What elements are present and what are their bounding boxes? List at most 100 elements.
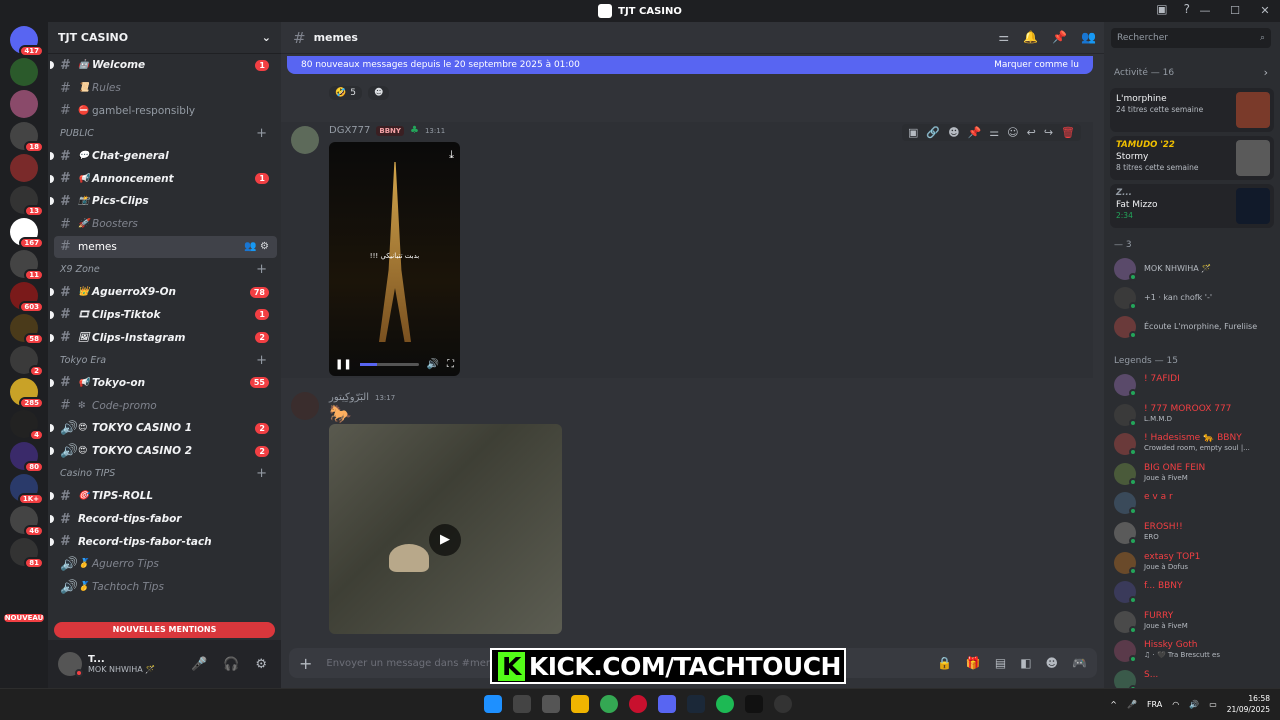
emoji-icon[interactable]: ☻ [948,126,959,139]
server-icon[interactable]: 11 [10,250,44,281]
member-item[interactable]: extasy TOP1 Joue à Dofus [1114,551,1274,575]
pin-icon[interactable]: 📌 [968,126,982,139]
server-icon[interactable] [10,58,38,86]
sticker-icon[interactable]: ◧ [1020,656,1031,670]
add-channel-icon[interactable]: + [256,262,267,277]
channel-category[interactable]: Casino TIPS + [48,462,281,485]
channel-item[interactable]: 🔊 🥇 Tachtoch Tips [48,576,281,599]
member-item[interactable]: e v a r [1114,492,1274,516]
discord-icon[interactable] [658,695,676,713]
emoji-icon[interactable]: ☻ [1046,656,1059,670]
add-reaction-button[interactable]: ☻ [367,86,390,100]
channel-item[interactable]: # 🖼 Clips-Instagram 2 [48,326,281,349]
member-item[interactable]: MOK NHWIHA 🪄 [1114,258,1274,281]
channel-item[interactable]: # 👑 AguerroX9-On 78 [48,281,281,304]
new-messages-bar[interactable]: 80 nouveaux messages depuis le 20 septem… [287,56,1093,74]
add-channel-icon[interactable]: + [256,353,267,368]
member-item[interactable]: FURRY Joue à FiveM [1114,610,1274,634]
server-icon[interactable]: 4 [10,410,44,441]
mic-icon[interactable]: 🎤 [1127,700,1137,709]
video-attachment[interactable]: ▶ [329,424,562,634]
reply-icon[interactable]: ↩ [1027,126,1036,139]
server-icon[interactable]: 46 [10,506,44,537]
channel-item[interactable]: # 🚀 Boosters [48,213,281,236]
message-author[interactable]: البَرّوكِيتور [329,392,369,403]
spotify-icon[interactable] [716,695,734,713]
channel-category[interactable]: X9 Zone + [48,258,281,281]
channel-settings-icon[interactable]: 👥 ⚙ [244,241,269,252]
add-channel-icon[interactable]: + [256,466,267,481]
maximize-button[interactable]: ☐ [1220,0,1250,22]
fullscreen-icon[interactable]: ⛶ [447,359,454,370]
channel-item[interactable]: 🔊 🥇 Aguerro Tips [48,553,281,576]
member-item[interactable]: ! Hadesisme 🐆 BBNY Crowded room, empty so… [1114,433,1274,457]
server-icon[interactable]: 603 [10,282,44,313]
windows-start-icon[interactable] [484,695,502,713]
video-progress[interactable] [359,362,419,366]
mark-read-button[interactable]: Marquer comme lu [994,60,1079,70]
channel-item[interactable]: # ⛔ gambel-responsibly [48,99,281,122]
react-icon[interactable]: ☺ [1007,126,1018,139]
plus-icon[interactable]: + [299,654,312,673]
server-icon[interactable]: 13 [10,186,44,217]
mic-icon[interactable]: 🎤 [191,657,207,672]
chrome-icon[interactable] [600,695,618,713]
channel-item[interactable]: # Record-tips-fabor-tach [48,530,281,553]
link-icon[interactable]: 🔗 [926,126,940,139]
member-item[interactable]: +1 · kan chofk '-' [1114,287,1274,310]
server-icon[interactable]: 18 [10,122,44,153]
activity-card[interactable]: Z... Fat Mizzo 2:34 [1110,184,1274,228]
home-button[interactable]: 417 [10,26,44,57]
member-item[interactable]: BIG ONE FEIN Joue à FiveM [1114,462,1274,486]
video-attachment[interactable]: ⤓ !!! بدبت تتبانيكي ❚❚ 🔊 ⛶ [329,142,460,376]
avatar[interactable] [58,652,83,677]
server-icon[interactable]: 58 [10,314,44,345]
search-input[interactable]: Rechercher ⌕ [1111,28,1271,48]
channel-category[interactable]: Tokyo Era + [48,349,281,372]
chevron-up-icon[interactable]: ^ [1110,700,1117,709]
channel-item[interactable]: # 📜 Rules [48,77,281,100]
battery-icon[interactable]: ▭ [1209,700,1217,709]
channel-item[interactable]: # 🎯 TIPS-ROLL [48,485,281,508]
pause-icon[interactable]: ❚❚ [335,359,352,370]
bell-icon[interactable]: 🔔 [1023,30,1038,44]
task-view-icon[interactable] [542,695,560,713]
server-icon[interactable] [10,90,38,118]
gear-icon[interactable]: ⚙ [255,657,267,672]
activity-card[interactable]: TAMUDO '22 Stormy 8 titres cette semaine [1110,136,1274,180]
reaction-button[interactable]: 🤣 5 [329,86,362,100]
threads-icon[interactable]: ⚌ [998,30,1009,44]
volume-icon[interactable]: 🔊 [1189,700,1199,709]
member-item[interactable]: ! 7AFIDI [1114,374,1274,397]
member-item[interactable]: ! 777 MOROOX 777 L.M.M.D [1114,403,1274,427]
channel-item[interactable]: # 📢 Annoncement 1 [48,167,281,190]
app-icon[interactable] [629,695,647,713]
obs-icon[interactable] [774,695,792,713]
inbox-icon[interactable]: ▣ [1156,2,1167,16]
server-icon[interactable]: 2 [10,346,44,377]
channel-item[interactable]: # Record-tips-fabor [48,508,281,531]
lock-icon[interactable]: 🔒 [937,656,952,670]
new-mentions-button[interactable]: NOUVELLES MENTIONS [54,622,275,638]
activity-card[interactable]: L'morphine 24 titres cette semaine [1110,88,1274,132]
channel-category[interactable]: PUBLIC + [48,122,281,145]
server-icon[interactable]: 81 [10,538,44,569]
gamepad-icon[interactable]: 🎮 [1072,656,1087,670]
file-explorer-icon[interactable] [571,695,589,713]
volume-icon[interactable]: 🔊 [427,359,439,370]
channel-item[interactable]: # 📸 Pics-Clips [48,190,281,213]
app-icon[interactable] [745,695,763,713]
channel-item[interactable]: # ❇ Code-promo [48,394,281,417]
clock[interactable]: 16:58 21/09/2025 [1227,693,1270,715]
trash-icon[interactable]: 🗑 [1061,126,1075,139]
chevron-right-icon[interactable]: › [1264,66,1268,79]
server-icon[interactable] [10,154,38,182]
minimize-button[interactable]: — [1190,0,1220,22]
channel-item[interactable]: 🔊 😍 TOKYO CASINO 2 2 [48,440,281,463]
member-item[interactable]: EROSH!! ERO [1114,522,1274,545]
avatar[interactable] [291,126,319,154]
members-icon[interactable]: 👥 [1081,30,1096,44]
gift-icon[interactable]: 🎁 [966,656,981,670]
message-input[interactable]: Envoyer un message dans #memes [326,658,507,669]
download-icon[interactable]: ⤓ [449,148,454,162]
